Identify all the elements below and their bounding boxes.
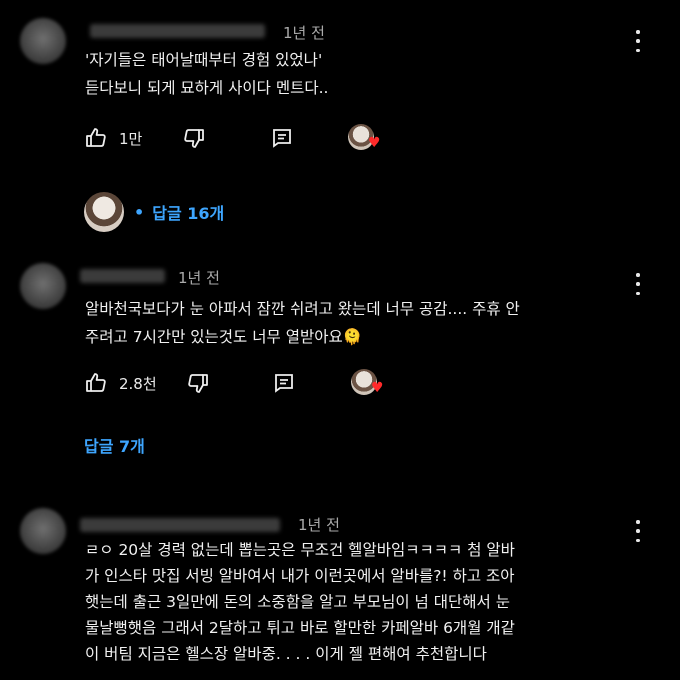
comment-text-line: ㄹㅇ 20살 경력 없는데 뽑는곳은 무조건 헬알바임ㅋㅋㅋㅋ 첨 알바: [85, 541, 515, 559]
comment-text-line: 알바천국보다가 눈 아파서 잠깐 쉬려고 왔는데 너무 공감.... 주휴 안: [85, 300, 520, 318]
reply-count-label: 답글 16개: [152, 204, 225, 223]
comment-actions: 1만 ♥: [84, 124, 404, 151]
comment-text-line: 주려고 7시간만 있는것도 너무 열받아요🫠: [85, 328, 363, 346]
commenter-avatar[interactable]: [20, 508, 66, 554]
thumb-up-icon[interactable]: [84, 126, 108, 150]
comment-time: 1년 전: [178, 269, 220, 287]
comment-text-line: 듣다보니 되게 묘하게 사이다 멘트다..: [85, 79, 329, 97]
commenter-name-blurred[interactable]: [90, 24, 265, 38]
comment-2: 1년 전 알바천국보다가 눈 아파서 잠깐 쉬려고 왔는데 너무 공감.... …: [0, 255, 680, 475]
reply-count-label: 답글 7개: [84, 437, 145, 456]
commenter-name-blurred[interactable]: [80, 518, 280, 532]
commenter-name-blurred[interactable]: [80, 269, 165, 283]
like-count: 2.8천: [119, 375, 157, 393]
view-replies-button[interactable]: 답글 7개: [84, 433, 145, 457]
more-options-icon[interactable]: [631, 520, 645, 542]
heart-icon: ♥: [371, 380, 384, 396]
commenter-avatar[interactable]: [20, 263, 66, 309]
comment-actions: 2.8천 ♥: [84, 369, 404, 396]
comment-time: 1년 전: [283, 24, 325, 42]
more-options-icon[interactable]: [631, 273, 645, 295]
comment-text-line: '자기들은 태어날때부터 경험 있었나': [85, 51, 323, 69]
comment-icon[interactable]: [270, 126, 294, 150]
like-count: 1만: [119, 130, 143, 148]
comment-text-line: 물날뻥햇음 그래서 2달하고 튀고 바로 할만한 카페알바 6개월 개같: [85, 619, 515, 637]
comment-text-line: 가 인스타 맛집 서빙 알바여서 내가 이런곳에서 알바를?! 하고 조아: [85, 567, 515, 585]
bullet: •: [134, 202, 145, 222]
comment-time: 1년 전: [298, 516, 340, 534]
thumb-up-icon[interactable]: [84, 371, 108, 395]
comment-text-line: 햇는데 출근 3일만에 돈의 소중함을 알고 부모님이 넘 대단해서 눈: [85, 593, 510, 611]
view-replies-button[interactable]: • 답글 16개: [84, 192, 224, 232]
comment-icon[interactable]: [272, 371, 296, 395]
more-options-icon[interactable]: [631, 30, 645, 52]
thumb-down-icon[interactable]: [186, 371, 210, 395]
creator-reply-avatar: [84, 192, 124, 232]
thumb-down-icon[interactable]: [182, 126, 206, 150]
heart-icon: ♥: [368, 135, 381, 151]
comment-text-line: 이 버팀 지금은 헬스장 알바중. . . . 이게 젤 편해여 추천합니다: [85, 645, 487, 663]
commenter-avatar[interactable]: [20, 18, 66, 64]
comment-1: 1년 전 '자기들은 태어날때부터 경험 있었나' 듣다보니 되게 묘하게 사이…: [0, 0, 680, 245]
comment-3: 1년 전 ㄹㅇ 20살 경력 없는데 뽑는곳은 무조건 헬알바임ㅋㅋㅋㅋ 첨 알…: [0, 500, 680, 680]
